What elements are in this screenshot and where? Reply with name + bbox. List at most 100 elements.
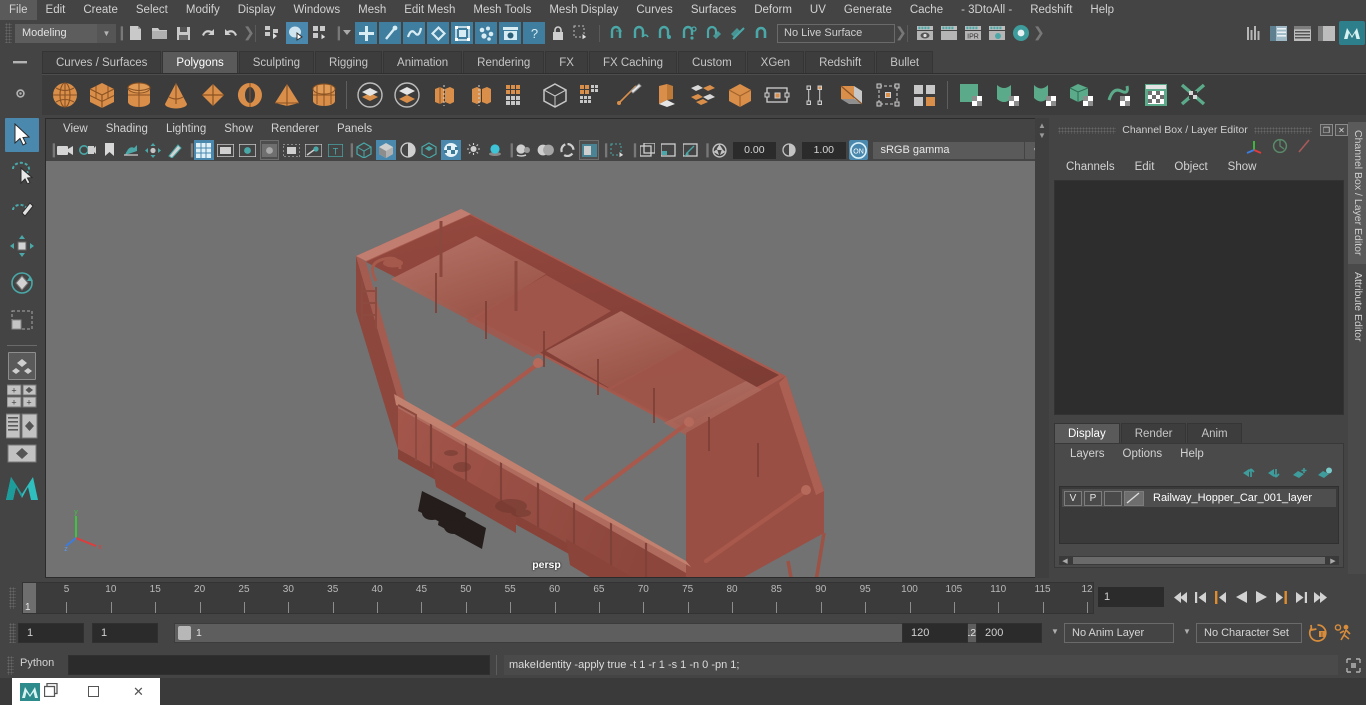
- lasso-select-tool[interactable]: [5, 155, 39, 189]
- select-tool[interactable]: [4, 118, 39, 152]
- viewport-3d[interactable]: y x z persp: [46, 161, 1047, 577]
- insert-edge-loop-icon[interactable]: [758, 77, 795, 114]
- step-back-frame-icon[interactable]: [1212, 587, 1230, 607]
- current-frame-field[interactable]: 1: [1098, 587, 1164, 607]
- menu-curves[interactable]: Curves: [627, 0, 681, 20]
- xray-joints-icon[interactable]: [303, 140, 323, 160]
- camera-attributes-icon[interactable]: [78, 140, 98, 160]
- shelf-tabs-menu-icon[interactable]: [9, 54, 31, 72]
- options-menu[interactable]: Options: [1114, 444, 1172, 464]
- playback-end-field[interactable]: 120: [902, 623, 968, 643]
- menu-generate[interactable]: Generate: [835, 0, 901, 20]
- offset-edge-loop-icon[interactable]: [795, 77, 832, 114]
- modeling-toolkit-icon[interactable]: [1243, 22, 1265, 44]
- poly-cylinder-icon[interactable]: [120, 77, 157, 114]
- channels-menu[interactable]: Channels: [1056, 156, 1125, 178]
- axis-gizmo-icon[interactable]: [1246, 138, 1264, 157]
- lattice-mask-icon[interactable]: [451, 22, 473, 44]
- move-layer-up-icon[interactable]: [1242, 467, 1258, 482]
- tool-settings-icon[interactable]: [1315, 22, 1337, 44]
- scroll-thumb[interactable]: [1073, 557, 1325, 564]
- maya-logo-icon[interactable]: [1339, 21, 1365, 45]
- uv-layout-icon[interactable]: [1137, 77, 1174, 114]
- lock-icon[interactable]: [547, 22, 569, 44]
- shelf-tab-rendering[interactable]: Rendering: [463, 51, 545, 73]
- menu-surfaces[interactable]: Surfaces: [682, 0, 745, 20]
- planar-mapping-icon[interactable]: [989, 77, 1026, 114]
- auto-key-icon[interactable]: |: [1308, 624, 1327, 645]
- menu-display[interactable]: Display: [229, 0, 285, 20]
- layer-row[interactable]: V P Railway_Hopper_Car_001_layer: [1062, 489, 1336, 507]
- use-default-light-icon[interactable]: [441, 140, 462, 160]
- menu-set-selector[interactable]: Modeling: [15, 23, 97, 43]
- time-slider-grip[interactable]: [9, 587, 16, 609]
- shelf-tab-rigging[interactable]: Rigging: [315, 51, 383, 73]
- image-plane-icon[interactable]: [122, 140, 142, 160]
- mirror-icon[interactable]: [499, 77, 536, 114]
- selection-box-icon[interactable]: [571, 22, 593, 44]
- channel-box-list[interactable]: [1054, 180, 1344, 415]
- menu-select[interactable]: Select: [127, 0, 177, 20]
- save-scene-icon[interactable]: [172, 22, 194, 44]
- grease-pencil-icon[interactable]: [165, 140, 185, 160]
- gate-mask-icon[interactable]: [259, 140, 280, 160]
- menu-edit-mesh[interactable]: Edit Mesh: [395, 0, 464, 20]
- uv-unfold-icon[interactable]: [1100, 77, 1137, 114]
- maximize-window-icon[interactable]: [88, 686, 99, 697]
- depth-of-field-icon[interactable]: [558, 140, 578, 160]
- layer-shading-toggle[interactable]: [1104, 490, 1122, 506]
- shelf-tab-sculpting[interactable]: Sculpting: [238, 51, 315, 73]
- shelf-options-gear-icon[interactable]: [9, 84, 31, 102]
- step-forward-frame-icon[interactable]: [1272, 587, 1290, 607]
- viewport-menu-show[interactable]: Show: [215, 119, 262, 139]
- menu-edit[interactable]: Edit: [37, 0, 75, 20]
- character-set-selector[interactable]: No Character Set: [1196, 623, 1302, 643]
- menu-windows[interactable]: Windows: [284, 0, 349, 20]
- xray-icon[interactable]: [608, 140, 628, 160]
- cylindrical-mapping-icon[interactable]: [1026, 77, 1063, 114]
- open-scene-icon[interactable]: [148, 22, 170, 44]
- bridge-icon[interactable]: [684, 77, 721, 114]
- bevel-icon[interactable]: [647, 77, 684, 114]
- particle-mask-icon[interactable]: [475, 22, 497, 44]
- gamma-field[interactable]: 1.00: [801, 141, 846, 159]
- poly-prism-icon[interactable]: [305, 77, 342, 114]
- anim-layer-chevron-down-icon[interactable]: ▼: [1048, 627, 1062, 636]
- status-line-grip[interactable]: [5, 23, 12, 43]
- paint-select-tool[interactable]: [5, 192, 39, 226]
- scroll-up-icon[interactable]: ▲: [1035, 120, 1049, 130]
- render-settings-icon[interactable]: [986, 22, 1008, 44]
- circle-gizmo-icon[interactable]: [1272, 138, 1288, 157]
- magnet-icon[interactable]: [726, 22, 748, 44]
- shelf-tab-fx[interactable]: FX: [545, 51, 588, 73]
- range-track[interactable]: 1 120: [174, 623, 1004, 643]
- resolution-gate-icon[interactable]: [238, 140, 258, 160]
- close-window-icon[interactable]: ✕: [133, 684, 144, 700]
- combine-icon[interactable]: [351, 77, 388, 114]
- menu-uv[interactable]: UV: [801, 0, 835, 20]
- separate-icon[interactable]: [388, 77, 425, 114]
- shaded-wire-icon[interactable]: [398, 140, 418, 160]
- menu-file[interactable]: File: [0, 0, 37, 20]
- select-by-object-icon[interactable]: [286, 22, 308, 44]
- command-language-label[interactable]: Python: [20, 657, 54, 669]
- poly-cube-icon[interactable]: [83, 77, 120, 114]
- color-management-toggle-icon[interactable]: ON: [848, 140, 869, 160]
- exposure-field[interactable]: 0.00: [732, 141, 777, 159]
- display-layer-icon[interactable]: [637, 140, 657, 160]
- append-polygon-icon[interactable]: [721, 77, 758, 114]
- live-surface-field[interactable]: No Live Surface: [777, 23, 895, 43]
- show-menu[interactable]: Show: [1218, 156, 1267, 178]
- layer-list[interactable]: V P Railway_Hopper_Car_001_layer: [1059, 486, 1339, 544]
- component-dropdown-icon[interactable]: [341, 22, 353, 44]
- scroll-down-icon[interactable]: ▼: [1035, 130, 1049, 140]
- select-by-component-icon[interactable]: [310, 22, 332, 44]
- new-scene-icon[interactable]: [124, 22, 146, 44]
- menu-deform[interactable]: Deform: [745, 0, 801, 20]
- sculpt-icon[interactable]: [573, 77, 610, 114]
- wireframe-icon[interactable]: [354, 140, 374, 160]
- rotate-tool[interactable]: [5, 266, 39, 300]
- help-mask-icon[interactable]: ?: [523, 22, 545, 44]
- viewport-menu-renderer[interactable]: Renderer: [262, 119, 328, 139]
- viewport-scroll-arrows[interactable]: ▲ ▼: [1035, 118, 1049, 578]
